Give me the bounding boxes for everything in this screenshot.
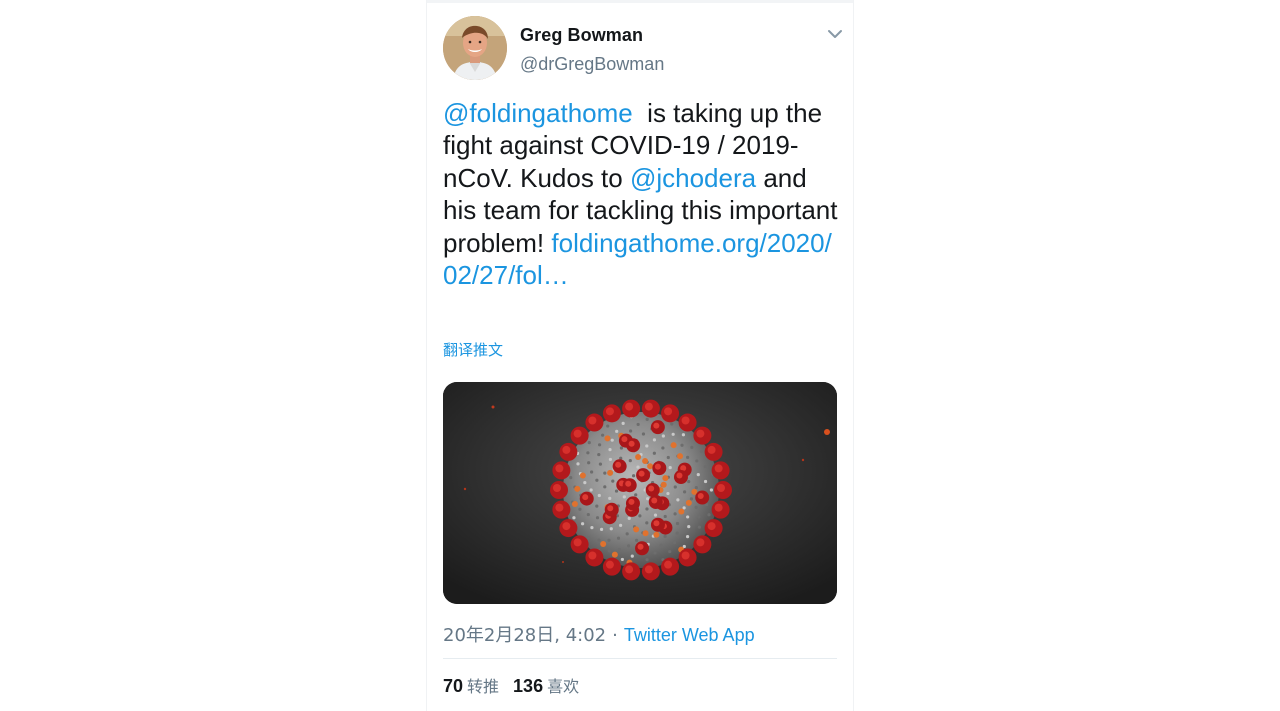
mention-jchodera[interactable]: @jchodera bbox=[630, 163, 756, 193]
translate-tweet-link[interactable]: 翻译推文 bbox=[443, 339, 503, 360]
likes-label: 喜欢 bbox=[547, 677, 580, 696]
retweets-count: 70 bbox=[443, 676, 464, 696]
tweet-source-link[interactable]: Twitter Web App bbox=[624, 625, 755, 645]
author-display-name[interactable]: Greg Bowman bbox=[520, 23, 664, 47]
meta-separator: · bbox=[612, 625, 618, 646]
avatar-image bbox=[443, 16, 507, 80]
coronavirus-illustration bbox=[443, 382, 837, 604]
tweet-stats: 70 转推 136 喜欢 bbox=[443, 673, 593, 697]
retweets-stat[interactable]: 70 转推 bbox=[443, 673, 499, 697]
author-handle[interactable]: @drGregBowman bbox=[520, 52, 664, 76]
tweet-meta: 20年2月28日, 4:02 · Twitter Web App bbox=[443, 621, 755, 647]
divider bbox=[443, 658, 837, 659]
tweet-timestamp[interactable]: 20年2月28日, 4:02 bbox=[443, 625, 606, 646]
avatar[interactable] bbox=[443, 16, 507, 80]
tweet-card: Greg Bowman @drGregBowman @foldingathome… bbox=[426, 0, 854, 711]
chevron-down-icon[interactable] bbox=[827, 28, 845, 42]
mention-foldingathome[interactable]: @foldingathome bbox=[443, 98, 633, 128]
likes-stat[interactable]: 136 喜欢 bbox=[513, 673, 579, 697]
tweet-header: Greg Bowman @drGregBowman bbox=[443, 16, 842, 82]
retweets-label: 转推 bbox=[467, 677, 500, 696]
author-names: Greg Bowman @drGregBowman bbox=[520, 23, 664, 76]
tweet-text: @foldingathome is taking up the fight ag… bbox=[443, 97, 839, 291]
likes-count: 136 bbox=[513, 676, 544, 696]
tweet-media-image[interactable] bbox=[443, 382, 837, 604]
